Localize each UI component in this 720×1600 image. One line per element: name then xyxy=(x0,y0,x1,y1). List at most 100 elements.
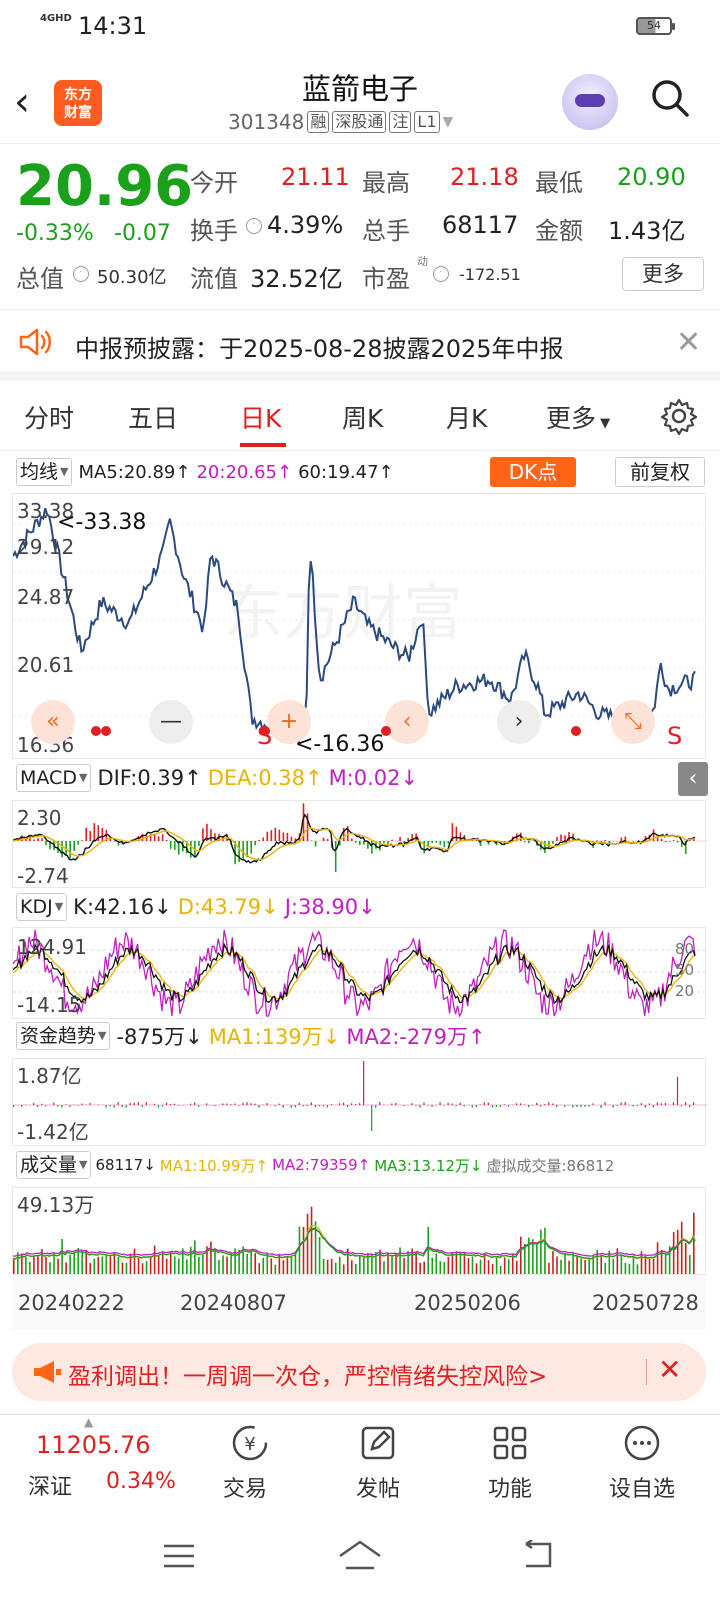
collapse-panel-button[interactable]: ‹ xyxy=(678,762,708,796)
volume-bar xyxy=(270,1258,273,1274)
nav-function[interactable]: 功能 xyxy=(470,1471,550,1503)
macd-bar xyxy=(41,838,43,841)
nav-add-watchlist[interactable]: 设自选 xyxy=(602,1471,682,1503)
volume-bar xyxy=(73,1252,75,1274)
promo-banner[interactable]: 盈利调出！一周调一次仓，严控情绪失控风险> ✕ xyxy=(12,1343,706,1401)
zoom-out-button[interactable]: — xyxy=(149,700,193,744)
macd-chart xyxy=(13,803,707,873)
notice-bar[interactable]: 中报预披露：于2025-08-28披露2025年中报 ✕ xyxy=(0,311,720,381)
fund-panel[interactable]: 1.87亿 -1.42亿 xyxy=(12,1058,707,1146)
fund-bar xyxy=(544,1104,546,1105)
macd-dif: DIF:0.39↑ xyxy=(97,766,202,790)
ai-assistant-icon[interactable] xyxy=(562,74,618,130)
add-watchlist-icon[interactable] xyxy=(622,1423,662,1463)
nav-trade[interactable]: 交易 xyxy=(205,1471,285,1503)
kdj-dropdown[interactable]: KDJ xyxy=(16,893,68,921)
fund-bar xyxy=(346,1105,349,1108)
more-button[interactable]: 更多 xyxy=(622,257,704,291)
back-nav-icon[interactable] xyxy=(520,1540,556,1570)
open-label: 今开 xyxy=(190,169,238,197)
volume-bar xyxy=(576,1256,578,1274)
fund-bar xyxy=(37,1105,39,1108)
svg-text:¥: ¥ xyxy=(244,1434,255,1455)
adjust-button[interactable]: 前复权 xyxy=(615,457,705,487)
clock: 14:31 xyxy=(78,12,148,40)
function-icon[interactable] xyxy=(490,1423,530,1463)
volume-bar xyxy=(540,1229,542,1274)
macd-bar xyxy=(270,830,273,841)
post-icon[interactable] xyxy=(358,1423,398,1463)
fund-bar xyxy=(194,1102,196,1105)
macd-bar xyxy=(355,841,357,843)
macd-bar xyxy=(371,841,373,854)
tab-daily-k[interactable]: 日K xyxy=(240,399,281,435)
scroll-left-button[interactable]: « xyxy=(31,700,75,744)
volume-bar xyxy=(684,1243,687,1274)
volume-bar xyxy=(515,1260,518,1274)
tab-five-day[interactable]: 五日 xyxy=(128,399,178,435)
fund-bar xyxy=(226,1103,228,1105)
dk-point-button[interactable]: DK点 xyxy=(490,457,576,487)
fund-bar xyxy=(41,1103,43,1105)
volume-bar xyxy=(403,1257,405,1274)
gear-icon[interactable] xyxy=(660,397,698,435)
next-button[interactable]: › xyxy=(497,700,541,744)
search-icon[interactable] xyxy=(650,78,690,118)
volume-bar xyxy=(499,1265,502,1274)
volume-bar xyxy=(33,1255,35,1274)
tab-monthly-k[interactable]: 月K xyxy=(446,399,487,435)
prev-button[interactable]: ‹ xyxy=(385,700,429,744)
tab-more[interactable]: 更多 ▼ xyxy=(546,399,610,435)
tag-level: L1 xyxy=(414,111,440,133)
volume-bar xyxy=(447,1256,450,1274)
volume-bar xyxy=(302,1226,305,1274)
kdj-panel[interactable]: 124.91 -14.15 80 50 20 xyxy=(12,927,707,1019)
tab-intraday[interactable]: 分时 xyxy=(24,399,74,435)
macd-dea: DEA:0.38↑ xyxy=(207,766,323,790)
eastmoney-logo[interactable]: 东方 财富 xyxy=(54,80,102,126)
tab-weekly-k[interactable]: 周K xyxy=(342,399,383,435)
zoom-in-button[interactable]: + xyxy=(267,700,311,744)
info-icon[interactable]: · xyxy=(433,266,449,282)
menu-icon[interactable] xyxy=(162,1542,196,1570)
volume-bar xyxy=(65,1262,67,1274)
macd-panel[interactable]: 2.30 -2.74 xyxy=(12,800,707,888)
stock-code: 301348 xyxy=(228,110,305,134)
volume-dropdown[interactable]: 成交量 xyxy=(16,1151,92,1179)
chevron-down-icon[interactable]: ▼ xyxy=(443,114,454,130)
stock-code-row[interactable]: 301348 融 深股通 注 L1 ▼ xyxy=(228,110,453,134)
fullscreen-button[interactable]: ⤡ xyxy=(611,700,655,744)
trade-icon[interactable]: ¥ xyxy=(230,1423,270,1463)
virtual-volume: 虚拟成交量:86812 xyxy=(486,1156,615,1175)
volume-bar xyxy=(588,1259,590,1274)
fund-bar xyxy=(350,1103,353,1105)
pe-sup: 动 xyxy=(417,255,428,268)
ma-dropdown[interactable]: 均线 xyxy=(16,458,73,486)
info-icon[interactable]: · xyxy=(73,266,89,282)
kline-panel[interactable]: 东方财富 33.38 29.12 24.87 20.61 16.36 <-33.… xyxy=(12,493,707,759)
macd-bar xyxy=(326,839,329,841)
info-icon[interactable]: · xyxy=(246,218,262,234)
watermark: 东方财富 xyxy=(223,579,463,649)
macd-bar xyxy=(266,831,269,841)
back-button[interactable]: ‹ xyxy=(14,82,30,122)
home-icon[interactable] xyxy=(336,1538,384,1572)
macd-bar xyxy=(210,829,212,841)
macd-bar xyxy=(141,833,144,841)
index-value[interactable]: 11205.76 xyxy=(36,1431,151,1459)
volume-dropdown-label: 成交量 xyxy=(20,1154,78,1176)
close-icon[interactable]: ✕ xyxy=(676,325,701,360)
volume-panel[interactable]: 49.13万 xyxy=(12,1187,706,1275)
megaphone-icon xyxy=(34,1361,61,1383)
ma-bar: 均线 MA5:20.89↑ 20:20.65↑ 60:19.47↑ xyxy=(16,457,394,487)
macd-bar xyxy=(620,837,623,841)
vol-ma2-line xyxy=(13,1228,696,1257)
volume-bar xyxy=(391,1255,393,1274)
expand-icon[interactable]: ▲ xyxy=(84,1415,93,1429)
volume-bar xyxy=(399,1247,401,1274)
macd-dropdown[interactable]: MACD xyxy=(16,764,92,792)
close-icon[interactable]: ✕ xyxy=(658,1353,681,1386)
nav-post[interactable]: 发帖 xyxy=(338,1471,418,1503)
fund-bar xyxy=(624,1102,626,1105)
fund-dropdown[interactable]: 资金趋势 xyxy=(16,1022,111,1050)
